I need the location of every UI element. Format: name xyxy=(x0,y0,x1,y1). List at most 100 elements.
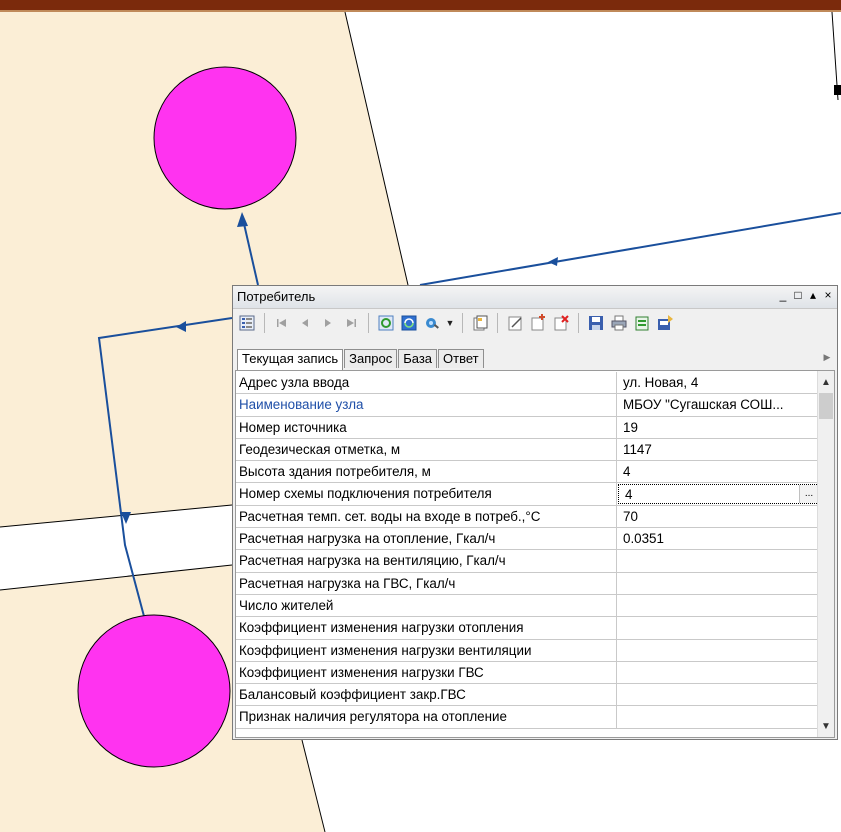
property-row[interactable]: Расчетная нагрузка на ГВС, Гкал/ч xyxy=(236,572,820,595)
property-value[interactable] xyxy=(617,550,820,571)
right-edge-block xyxy=(834,85,841,95)
property-row[interactable]: Номер схемы подключения потребителя 4 ..… xyxy=(236,483,820,506)
toolbar-separator xyxy=(578,313,579,333)
property-label: Коэффициент изменения нагрузки ГВС xyxy=(236,661,617,684)
vertical-scrollbar[interactable]: ▲ ▼ xyxy=(817,371,834,737)
locate-icon[interactable] xyxy=(422,313,442,333)
property-label: Номер схемы подключения потребителя xyxy=(236,483,617,505)
tab-scroll-right-icon[interactable]: ▶ xyxy=(819,348,835,366)
property-row[interactable]: Расчетная нагрузка на вентиляцию, Гкал/ч xyxy=(236,550,820,573)
next-record-icon[interactable] xyxy=(318,313,338,333)
collapse-icon[interactable]: ▴ xyxy=(808,288,818,302)
property-label: Признак наличия регулятора на отопление xyxy=(236,706,617,728)
property-label: Геодезическая отметка, м xyxy=(236,438,617,461)
property-row[interactable]: Число жителей xyxy=(236,594,820,618)
pipe-arrow-right xyxy=(548,257,558,266)
property-value[interactable]: 4 xyxy=(625,487,632,502)
sync-icon[interactable] xyxy=(399,313,419,333)
record-toolbar: ▼ xyxy=(233,309,837,337)
property-value[interactable] xyxy=(617,684,820,705)
consumer-node-bottom[interactable] xyxy=(77,614,231,768)
property-value[interactable] xyxy=(617,640,820,661)
consumer-node-top[interactable] xyxy=(153,66,297,210)
top-border-stripe xyxy=(0,10,841,12)
prev-record-icon[interactable] xyxy=(295,313,315,333)
ellipsis-button[interactable]: ... xyxy=(799,485,818,503)
property-value[interactable] xyxy=(617,595,820,616)
property-row[interactable]: Коэффициент изменения нагрузки вентиляци… xyxy=(236,639,820,662)
tab-database[interactable]: База xyxy=(398,349,438,368)
property-label: Балансовый коэффициент закр.ГВС xyxy=(236,684,617,706)
window-title: Потребитель xyxy=(237,289,316,304)
edit-record-icon[interactable] xyxy=(505,313,525,333)
property-label: Расчетная нагрузка на вентиляцию, Гкал/ч xyxy=(236,550,617,572)
property-label: Адрес узла ввода xyxy=(236,372,617,394)
property-row[interactable]: Геодезическая отметка, м 1147 xyxy=(236,438,820,462)
property-value[interactable] xyxy=(617,617,820,638)
toolbar-separator xyxy=(462,313,463,333)
property-label: Наименование узла xyxy=(236,394,617,416)
property-value[interactable]: 1147 xyxy=(617,439,820,460)
first-record-icon[interactable] xyxy=(272,313,292,333)
property-grid: Адрес узла ввода ул. Новая, 4 Наименован… xyxy=(235,370,835,738)
property-label: Расчетная нагрузка на ГВС, Гкал/ч xyxy=(236,572,617,594)
delete-record-icon[interactable] xyxy=(551,313,571,333)
property-row[interactable]: Расчетная нагрузка на отопление, Гкал/ч … xyxy=(236,528,820,551)
property-label: Расчетная темп. сет. воды на входе в пот… xyxy=(236,505,617,528)
property-value[interactable]: 0.0351 xyxy=(617,528,820,549)
window-titlebar[interactable]: Потребитель _ □ ▴ × xyxy=(233,286,837,309)
property-row[interactable]: Балансовый коэффициент закр.ГВС xyxy=(236,684,820,707)
property-row[interactable]: Номер источника 19 xyxy=(236,416,820,439)
property-row[interactable]: Адрес узла ввода ул. Новая, 4 xyxy=(236,372,820,395)
property-value[interactable] xyxy=(617,706,820,727)
consumer-properties-window: Потребитель _ □ ▴ × ▼ Текущая запись Зап… xyxy=(232,285,838,740)
property-label: Номер источника xyxy=(236,416,617,438)
top-border-bar xyxy=(0,0,841,10)
property-row[interactable]: Коэффициент изменения нагрузки ГВС xyxy=(236,661,820,685)
property-label: Коэффициент изменения нагрузки вентиляци… xyxy=(236,639,617,661)
tab-answer[interactable]: Ответ xyxy=(438,349,484,368)
property-value[interactable]: 70 xyxy=(617,506,820,527)
toolbar-separator xyxy=(368,313,369,333)
window-controls: _ □ ▴ × xyxy=(778,288,833,302)
property-row[interactable]: Коэффициент изменения нагрузки отопления xyxy=(236,617,820,640)
tab-current-record[interactable]: Текущая запись xyxy=(237,349,344,370)
maximize-icon[interactable]: □ xyxy=(793,288,803,302)
property-row[interactable]: Расчетная темп. сет. воды на входе в пот… xyxy=(236,505,820,529)
property-value[interactable]: МБОУ "Сугашская СОШ... xyxy=(617,394,820,415)
record-menu-icon[interactable] xyxy=(237,313,257,333)
scroll-down-icon[interactable]: ▼ xyxy=(818,719,834,735)
add-record-icon[interactable] xyxy=(528,313,548,333)
scroll-up-icon[interactable]: ▲ xyxy=(818,375,834,391)
minimize-icon[interactable]: _ xyxy=(778,288,788,302)
chevron-down-icon[interactable]: ▼ xyxy=(445,313,455,333)
property-label: Высота здания потребителя, м xyxy=(236,461,617,483)
property-label: Коэффициент изменения нагрузки отопления xyxy=(236,617,617,639)
last-record-icon[interactable] xyxy=(341,313,361,333)
print-icon[interactable] xyxy=(609,313,629,333)
property-label: Число жителей xyxy=(236,594,617,617)
scroll-thumb[interactable] xyxy=(819,393,833,419)
record-tabs: Текущая запись Запрос База Ответ xyxy=(237,349,485,370)
property-value[interactable]: 19 xyxy=(617,417,820,438)
new-record-icon[interactable] xyxy=(470,313,490,333)
refresh-icon[interactable] xyxy=(376,313,396,333)
close-icon[interactable]: × xyxy=(823,288,833,302)
pipe-segment-right[interactable] xyxy=(419,212,841,286)
property-value[interactable]: ул. Новая, 4 xyxy=(617,372,820,393)
property-value[interactable] xyxy=(617,662,820,683)
property-label: Расчетная нагрузка на отопление, Гкал/ч xyxy=(236,528,617,550)
save-icon[interactable] xyxy=(586,313,606,333)
export-excel-icon[interactable] xyxy=(632,313,652,333)
import-icon[interactable] xyxy=(655,313,675,333)
property-rows: Адрес узла ввода ул. Новая, 4 Наименован… xyxy=(236,372,820,729)
property-value[interactable] xyxy=(617,573,820,594)
toolbar-separator xyxy=(497,313,498,333)
tab-query[interactable]: Запрос xyxy=(344,349,398,368)
property-value[interactable]: 4 xyxy=(617,461,820,482)
property-row[interactable]: Наименование узла МБОУ "Сугашская СОШ... xyxy=(236,394,820,417)
toolbar-separator xyxy=(264,313,265,333)
property-row[interactable]: Высота здания потребителя, м 4 xyxy=(236,461,820,484)
property-value-editor[interactable]: 4 ... xyxy=(618,484,819,504)
property-row[interactable]: Признак наличия регулятора на отопление xyxy=(236,706,820,729)
